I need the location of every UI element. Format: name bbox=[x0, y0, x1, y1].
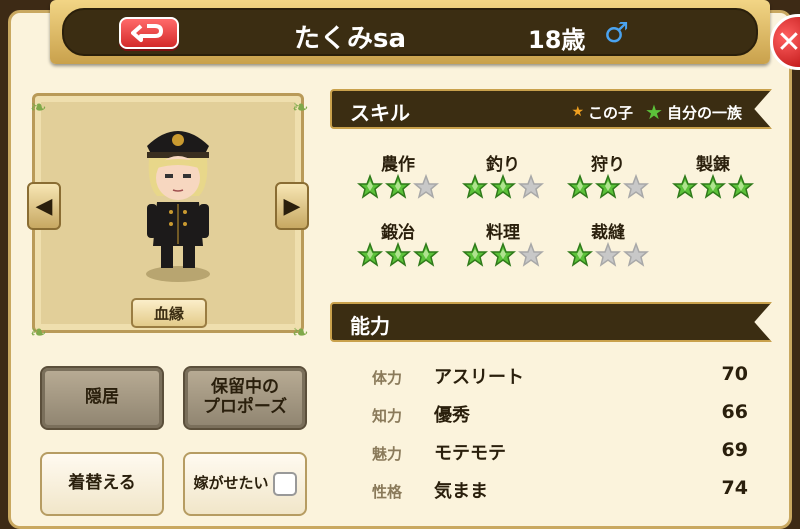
ability-value: 気まま bbox=[434, 481, 488, 502]
empty-star-icon bbox=[413, 174, 439, 199]
legend-child-label: この子 bbox=[588, 103, 634, 122]
ability-label: 性格 bbox=[372, 483, 403, 501]
family-star-icon bbox=[385, 242, 411, 267]
skill-name: 料理 bbox=[486, 223, 520, 243]
skill-name: 釣り bbox=[486, 155, 520, 175]
skill-stars bbox=[348, 174, 448, 200]
ability-label: 魅力 bbox=[372, 445, 403, 463]
lineage-button[interactable]: 血縁 bbox=[131, 298, 207, 328]
child-star-icon: ★ bbox=[571, 104, 585, 120]
previous-character-button[interactable]: ◀ bbox=[27, 182, 61, 230]
ability-row: 知力 優秀 66 bbox=[372, 397, 752, 433]
abilities-header: 能力 bbox=[330, 302, 772, 342]
family-star-icon bbox=[567, 174, 593, 199]
skill-name: 製錬 bbox=[696, 155, 730, 175]
skills-legend: ★ この子 ★ 自分の一族 bbox=[571, 100, 742, 124]
ability-value: アスリート bbox=[434, 367, 524, 388]
header-bar: たくみsa 18歳 ♂ bbox=[50, 0, 770, 64]
left-arrow-icon: ◀ bbox=[35, 193, 53, 219]
ability-value: モテモテ bbox=[434, 443, 506, 464]
skill-stars bbox=[663, 174, 763, 200]
marry-off-toggle[interactable]: 嫁がせたい bbox=[183, 452, 307, 516]
empty-star-icon bbox=[518, 242, 544, 267]
ability-value: 優秀 bbox=[434, 405, 470, 426]
ability-number: 74 bbox=[721, 477, 748, 499]
character-avatar bbox=[146, 131, 210, 282]
ability-label: 体力 bbox=[372, 369, 403, 387]
skill-item: 農作 bbox=[348, 150, 448, 200]
skill-stars bbox=[348, 242, 448, 268]
leaf-ornament-icon: ❧ bbox=[292, 320, 309, 344]
family-star-icon bbox=[567, 242, 593, 267]
empty-star-icon bbox=[518, 174, 544, 199]
family-star-icon bbox=[357, 174, 383, 199]
next-character-button[interactable]: ▶ bbox=[275, 182, 309, 230]
family-star-icon bbox=[462, 174, 488, 199]
character-age: 18歳 bbox=[528, 26, 586, 54]
family-star-icon bbox=[490, 242, 516, 267]
leaf-ornament-icon: ❧ bbox=[292, 95, 309, 119]
ability-row: 魅力 モテモテ 69 bbox=[372, 435, 752, 471]
skill-stars bbox=[453, 242, 553, 268]
ability-row: 性格 気まま 74 bbox=[372, 473, 752, 509]
retire-button[interactable]: 隠居 bbox=[40, 366, 164, 430]
marry-off-label: 嫁がせたい bbox=[193, 474, 269, 493]
back-button[interactable] bbox=[119, 17, 179, 49]
ability-number: 66 bbox=[721, 401, 748, 423]
ability-number: 69 bbox=[721, 439, 748, 461]
header-inner: たくみsa 18歳 ♂ bbox=[62, 8, 758, 56]
family-star-icon bbox=[728, 174, 754, 199]
family-star-icon bbox=[700, 174, 726, 199]
family-star-icon bbox=[595, 174, 621, 199]
skill-name: 裁縫 bbox=[591, 223, 625, 243]
skill-item: 狩り bbox=[558, 150, 658, 200]
family-star-icon bbox=[462, 242, 488, 267]
change-clothes-button[interactable]: 着替える bbox=[40, 452, 164, 516]
ability-label: 知力 bbox=[372, 407, 403, 425]
skill-item: 料理 bbox=[453, 218, 553, 268]
skills-header: スキル ★ この子 ★ 自分の一族 bbox=[330, 89, 772, 129]
empty-star-icon bbox=[623, 174, 649, 199]
leaf-ornament-icon: ❧ bbox=[30, 95, 47, 119]
skill-item: 裁縫 bbox=[558, 218, 658, 268]
skill-item: 製錬 bbox=[663, 150, 763, 200]
empty-star-icon bbox=[623, 242, 649, 267]
skill-stars bbox=[558, 174, 658, 200]
skill-name: 狩り bbox=[591, 155, 625, 175]
skill-stars bbox=[558, 242, 658, 268]
ability-row: 体力 アスリート 70 bbox=[372, 359, 752, 395]
leaf-ornament-icon: ❧ bbox=[30, 320, 47, 344]
male-icon: ♂ bbox=[604, 16, 630, 49]
family-star-icon bbox=[490, 174, 516, 199]
legend-family-label: 自分の一族 bbox=[666, 103, 742, 122]
ability-number: 70 bbox=[721, 363, 748, 385]
abilities-title: 能力 bbox=[350, 314, 390, 338]
skill-name: 農作 bbox=[381, 155, 415, 175]
family-star-icon bbox=[413, 242, 439, 267]
family-star-icon bbox=[672, 174, 698, 199]
pending-proposal-button[interactable]: 保留中の プロポーズ bbox=[183, 366, 307, 430]
skills-title: スキル bbox=[350, 101, 410, 125]
skill-item: 鍛冶 bbox=[348, 218, 448, 268]
close-icon: ✕ bbox=[776, 24, 800, 60]
skill-name: 鍛冶 bbox=[381, 223, 415, 243]
empty-star-icon bbox=[595, 242, 621, 267]
marry-off-checkbox[interactable] bbox=[272, 472, 297, 496]
return-arrow-icon bbox=[131, 24, 163, 42]
skill-item: 釣り bbox=[453, 150, 553, 200]
family-star-icon bbox=[385, 174, 411, 199]
family-star-icon bbox=[357, 242, 383, 267]
character-name: たくみsa bbox=[294, 24, 407, 54]
family-star-icon: ★ bbox=[645, 100, 663, 124]
right-arrow-icon: ▶ bbox=[283, 193, 301, 219]
character-portrait-frame: ◀ ▶ 血縁 bbox=[27, 93, 309, 333]
skill-stars bbox=[453, 174, 553, 200]
